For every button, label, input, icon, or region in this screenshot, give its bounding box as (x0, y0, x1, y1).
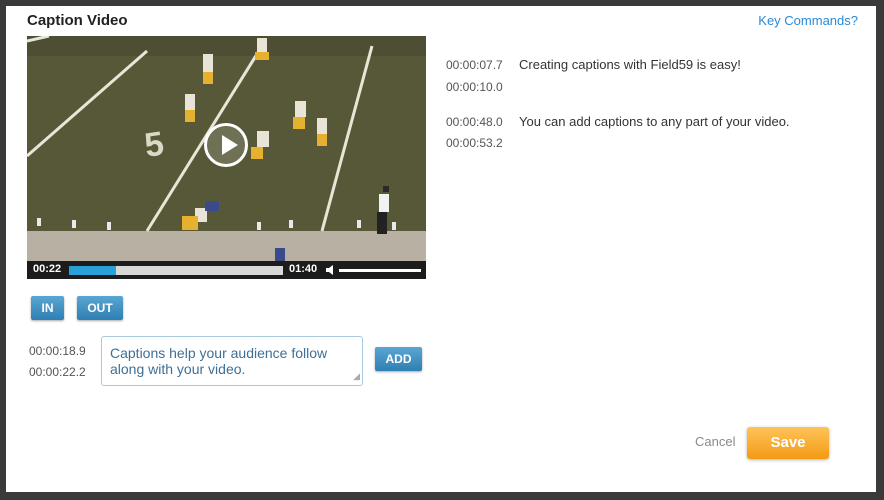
current-time: 00:22 (33, 263, 62, 275)
key-commands-link[interactable]: Key Commands? (758, 13, 858, 28)
caption-text-input[interactable]: Captions help your audience follow along… (101, 336, 363, 386)
out-button[interactable]: OUT (77, 296, 123, 320)
caption-text[interactable]: You can add captions to any part of your… (519, 114, 790, 129)
play-button[interactable] (204, 123, 248, 167)
seek-bar[interactable] (69, 266, 283, 275)
caption-text[interactable]: Creating captions with Field59 is easy! (519, 57, 741, 72)
caption-end: 00:00:10.0 (446, 80, 503, 94)
new-caption-start: 00:00:18.9 (29, 344, 86, 358)
cancel-button[interactable]: Cancel (695, 434, 735, 449)
seek-progress (69, 266, 117, 275)
add-button[interactable]: ADD (375, 347, 422, 371)
caption-end: 00:00:53.2 (446, 136, 503, 150)
caption-start: 00:00:48.0 (446, 115, 503, 129)
save-button[interactable]: Save (747, 427, 829, 459)
video-player[interactable]: 5 00:22 01:40 (27, 36, 426, 279)
new-caption-end: 00:00:22.2 (29, 365, 86, 379)
volume-icon[interactable] (325, 264, 337, 276)
video-controls: 00:22 01:40 (27, 261, 426, 279)
dialog-title: Caption Video (27, 12, 128, 29)
in-button[interactable]: IN (31, 296, 64, 320)
resize-handle-icon[interactable]: ◢ (353, 368, 360, 384)
caption-text: Captions help your audience follow along… (110, 345, 328, 377)
duration: 01:40 (289, 263, 318, 275)
caption-dialog: Caption Video Key Commands? 5 00:22 01:4… (6, 6, 876, 492)
caption-start: 00:00:07.7 (446, 58, 503, 72)
volume-slider[interactable] (339, 269, 421, 272)
